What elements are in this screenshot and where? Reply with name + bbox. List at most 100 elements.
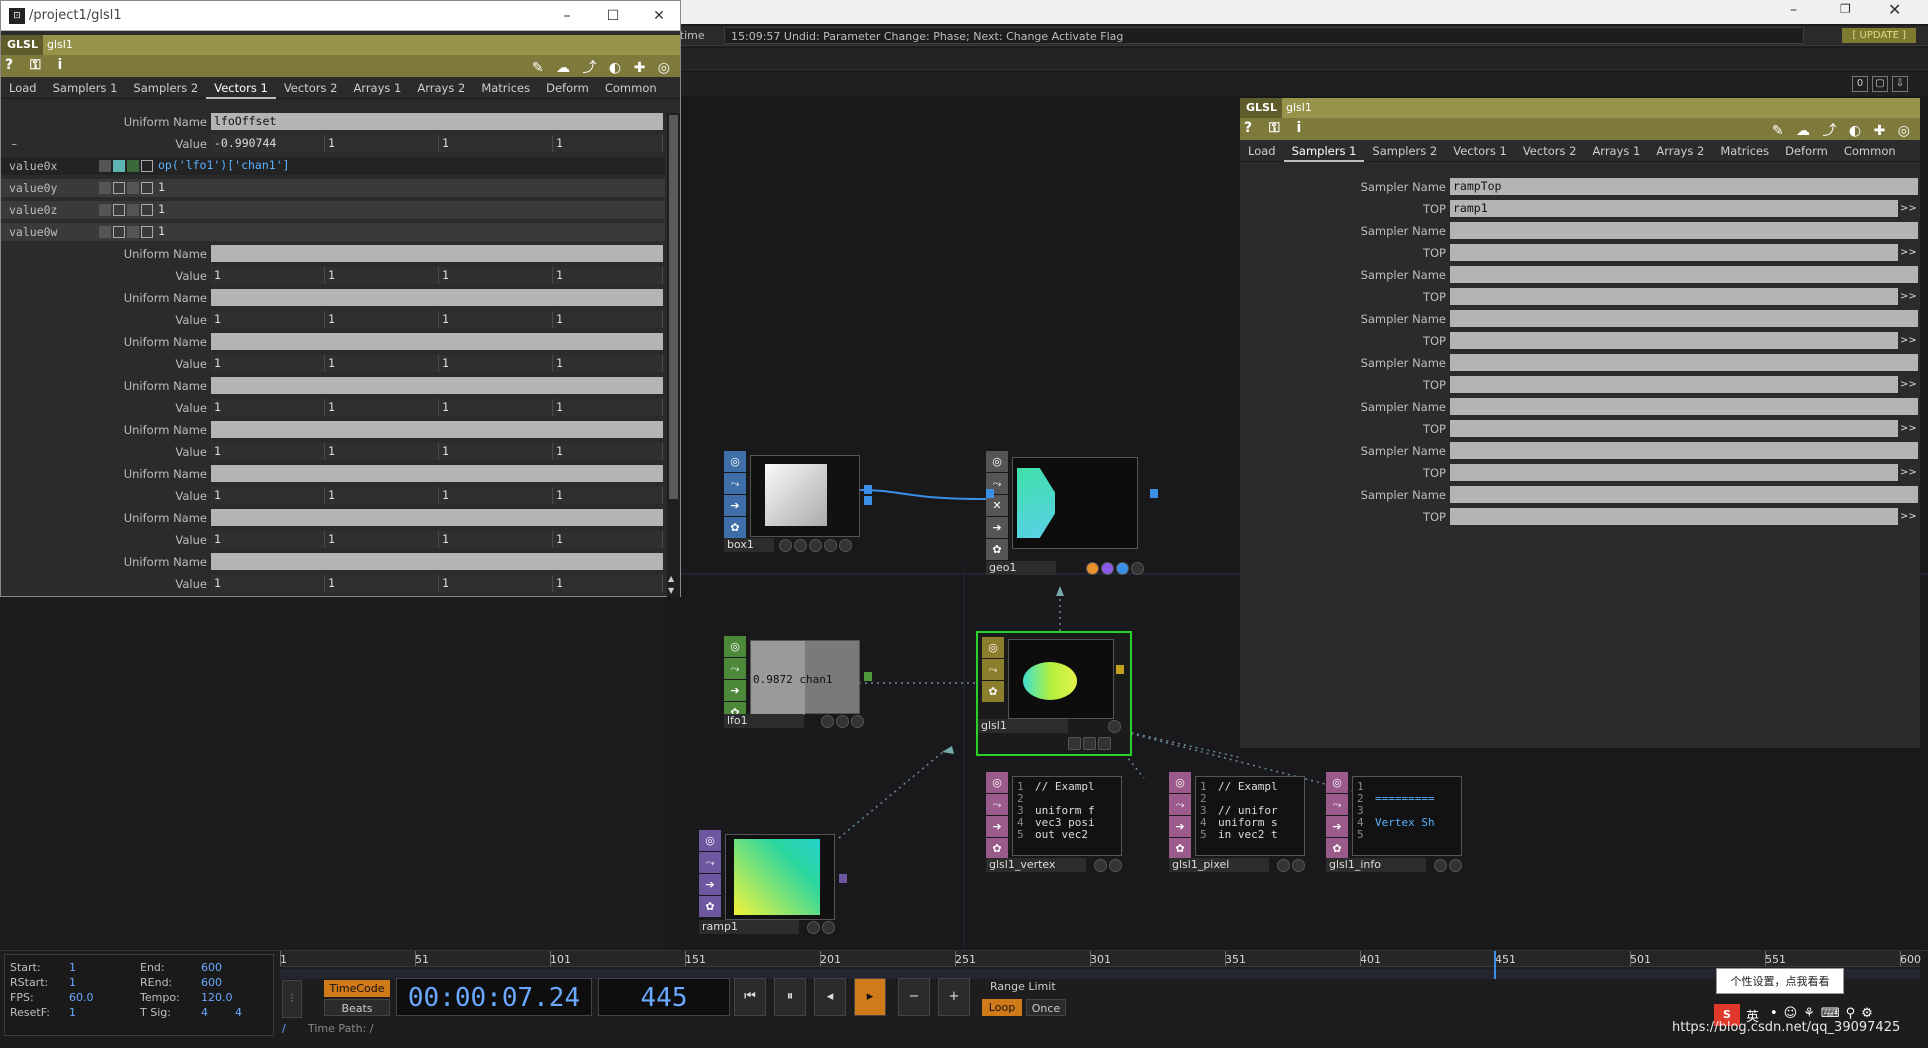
output-connector[interactable]: [1150, 489, 1158, 498]
rstart-value[interactable]: 1: [69, 976, 76, 989]
tray-tooltip[interactable]: 个性设置，点我看看: [1716, 968, 1844, 994]
value-field[interactable]: 1: [325, 443, 439, 460]
pane-maximize-button[interactable]: ▢: [1872, 76, 1888, 92]
value-field[interactable]: 1: [439, 487, 553, 504]
play-button[interactable]: ▸: [854, 978, 886, 1016]
once-toggle[interactable]: Once: [1026, 999, 1066, 1016]
tab-samplers2[interactable]: Samplers 2: [125, 77, 206, 99]
sampler-top-field[interactable]: [1450, 420, 1898, 437]
expr-mode-buttons[interactable]: [99, 204, 161, 216]
export-icon[interactable]: ✿: [1169, 838, 1191, 859]
render-icon[interactable]: ✿: [986, 539, 1008, 560]
render-icon[interactable]: ✿: [724, 517, 746, 538]
value-field[interactable]: 1: [211, 399, 325, 416]
expr-mode-buttons[interactable]: [99, 160, 161, 172]
top-browse-arrow-icon[interactable]: >>: [1900, 332, 1917, 349]
sampler-name-field[interactable]: [1450, 442, 1918, 459]
sampler-top-field[interactable]: ramp1: [1450, 200, 1898, 217]
value-field[interactable]: 1: [325, 575, 439, 592]
display-icon[interactable]: ➔: [986, 816, 1008, 837]
output-connector[interactable]: [864, 672, 872, 681]
value-field[interactable]: 1: [553, 487, 663, 504]
minimize-button[interactable]: –: [1790, 2, 1797, 18]
top-browse-arrow-icon[interactable]: >>: [1900, 420, 1917, 437]
node-label[interactable]: box1: [724, 538, 774, 552]
uniform-name-field[interactable]: [211, 509, 663, 526]
sampler-name-field[interactable]: [1450, 310, 1918, 327]
sampler-top-field[interactable]: [1450, 508, 1898, 525]
help-icon[interactable]: ? ⚿ i: [1244, 120, 1307, 136]
expr-mode-buttons[interactable]: [99, 182, 161, 194]
docked-flags[interactable]: [1068, 737, 1111, 751]
node-label[interactable]: ramp1: [699, 920, 799, 934]
param-scrollbar[interactable]: ▲ ▼: [667, 113, 680, 597]
pause-button[interactable]: ⏸: [774, 978, 806, 1016]
value-field[interactable]: 1: [325, 355, 439, 372]
node-label[interactable]: geo1: [986, 561, 1056, 575]
node-box1[interactable]: ◎ ⤳ ➔ ✿ box1: [724, 451, 874, 553]
tab-common[interactable]: Common: [1836, 140, 1904, 162]
pane-split-button[interactable]: 0: [1852, 76, 1868, 92]
export-icon[interactable]: ✿: [699, 896, 721, 917]
node-flags[interactable]: [779, 539, 852, 553]
beats-toggle[interactable]: Beats: [324, 999, 390, 1016]
restore-button[interactable]: ❐: [1840, 2, 1851, 16]
expr-field[interactable]: 1: [155, 223, 663, 240]
step-back-button[interactable]: ◂: [814, 978, 846, 1016]
tab-arrays1[interactable]: Arrays 1: [345, 77, 409, 99]
value-field[interactable]: 1: [211, 487, 325, 504]
viewer-icon[interactable]: ◎: [1326, 772, 1348, 793]
tab-matrices[interactable]: Matrices: [1712, 140, 1777, 162]
timecode-toggle[interactable]: TimeCode: [324, 980, 390, 997]
cook-icon[interactable]: ⤳: [699, 852, 721, 873]
cook-icon[interactable]: ⤳: [724, 658, 746, 679]
display-icon[interactable]: ➔: [699, 874, 721, 895]
node-label[interactable]: lfo1: [724, 714, 804, 728]
output-connector[interactable]: [864, 496, 872, 505]
cook-icon[interactable]: ⤳: [982, 659, 1004, 680]
value-field[interactable]: 1: [211, 443, 325, 460]
value-field[interactable]: 1: [325, 311, 439, 328]
value-w-field[interactable]: 1: [553, 135, 663, 152]
uniform-name-field[interactable]: [211, 377, 663, 394]
tab-common[interactable]: Common: [597, 77, 665, 99]
value-field[interactable]: 1: [439, 399, 553, 416]
value-field[interactable]: 1: [553, 575, 663, 592]
export-icon[interactable]: ✿: [1326, 838, 1348, 859]
uniform-name-field[interactable]: [211, 421, 663, 438]
uniform-name-field[interactable]: [211, 465, 663, 482]
tab-samplers2[interactable]: Samplers 2: [1364, 140, 1445, 162]
rend-value[interactable]: 600: [201, 976, 222, 989]
value-field[interactable]: 1: [439, 531, 553, 548]
tab-vectors2[interactable]: Vectors 2: [276, 77, 346, 99]
node-geo1[interactable]: ◎ ⤳ ✕ ➔ ✿ geo1: [986, 451, 1161, 576]
tray-icons[interactable]: •☺⚘⌨⚲⚙: [1770, 1006, 1879, 1021]
expr-field[interactable]: 1: [155, 201, 663, 218]
node-flags[interactable]: [1086, 562, 1144, 576]
sampler-name-field[interactable]: [1450, 266, 1918, 283]
display-icon[interactable]: ➔: [1169, 816, 1191, 837]
loop-toggle[interactable]: Loop: [982, 999, 1022, 1016]
sampler-top-field[interactable]: [1450, 288, 1898, 305]
value-z-field[interactable]: 1: [439, 135, 553, 152]
value-field[interactable]: 1: [325, 487, 439, 504]
node-lfo1[interactable]: ◎ ⤳ ➔ ✿ 0.9872 chan1 lfo1: [724, 636, 874, 728]
expr-field[interactable]: op('lfo1')['chan1']: [155, 157, 663, 174]
minimize-button[interactable]: –: [547, 4, 587, 28]
tsig-b-value[interactable]: 4: [235, 1006, 242, 1019]
fps-value[interactable]: 60.0: [69, 991, 94, 1004]
uniform-name-field[interactable]: [211, 553, 663, 570]
value-field[interactable]: 1: [211, 531, 325, 548]
top-browse-arrow-icon[interactable]: >>: [1900, 376, 1917, 393]
sampler-top-field[interactable]: [1450, 376, 1898, 393]
update-button[interactable]: [ UPDATE ]: [1842, 28, 1916, 43]
playhead-marker[interactable]: [1494, 951, 1496, 979]
uniform-name-field[interactable]: [211, 289, 663, 306]
sampler-name-field[interactable]: [1450, 222, 1918, 239]
node-glsl1[interactable]: ◎ ⤳ ✿ glsl1: [976, 631, 1132, 756]
close-button[interactable]: ✕: [1888, 0, 1901, 19]
sampler-name-field[interactable]: rampTop: [1450, 178, 1918, 195]
toolbar-icons[interactable]: ✎ ☁ ⤴ ◐ ✚ ◎: [1772, 120, 1914, 140]
display-icon[interactable]: ➔: [986, 517, 1008, 538]
node-flags[interactable]: [1434, 859, 1462, 873]
